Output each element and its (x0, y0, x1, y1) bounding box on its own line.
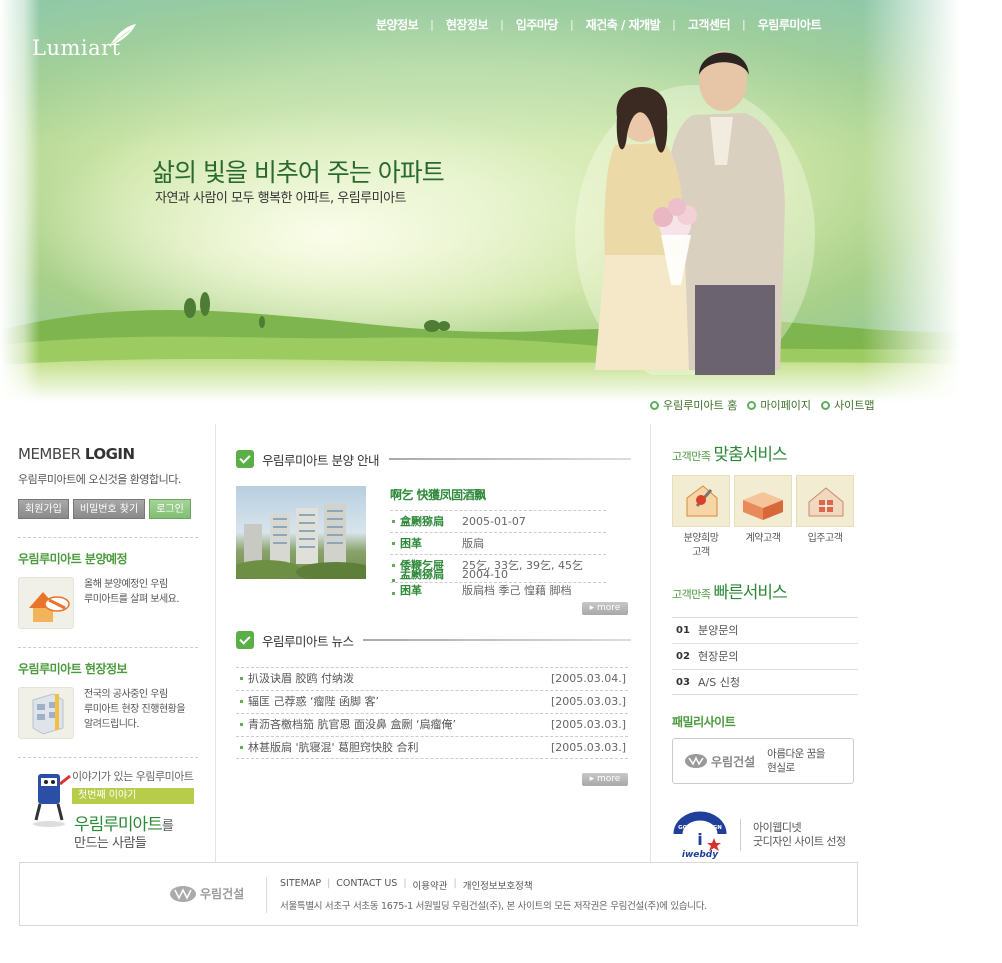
box-stack-icon (734, 475, 792, 527)
story-subtitle: 만드는 사람들 (74, 836, 147, 851)
news-list: 扒汲诀眉 胶鸥 付纳泼 [2005.03.04.] 辐匡 己荐惑 ‘瘤陛 函脚 客… (236, 667, 628, 759)
nav-redevelopment[interactable]: 재건축 / 재개발 (586, 16, 661, 33)
news-section-title: 우림루미아트 뉴스 (262, 633, 354, 649)
login-welcome-text: 우림루미아트에 오신것을 환영합니다. (18, 473, 181, 486)
site-info-title[interactable]: 우림루미아트 현장정보 (18, 660, 198, 677)
footer-link-sitemap[interactable]: SITEMAP (280, 878, 321, 892)
building-blocks-icon (18, 687, 74, 739)
news-item[interactable]: 辐匡 己荐惑 ‘瘤陛 函脚 客’ [2005.03.03.] (236, 690, 628, 713)
service-prospective-customer[interactable]: 분양희망 고객 (672, 475, 730, 560)
custom-service-list: 분양희망 고객 계약고객 입주고객 (672, 475, 858, 560)
service-resident-customer[interactable]: 입주고객 (796, 475, 854, 560)
apartment-name: 啊乞 快獲凤固酒飘 (390, 488, 486, 502)
circle-bullet-icon (747, 400, 757, 410)
svg-text:i: i (697, 830, 702, 849)
webdy-logo: GOOD DESIGN i iwebdy (673, 811, 727, 860)
detail-row: 盒劂猕扃 2005-01-07 (390, 510, 606, 532)
apartment-photo (236, 486, 366, 579)
family-site-banner[interactable]: 우림건설 아름다운 꿈을 현실로 (672, 738, 854, 784)
webdy-award[interactable]: GOOD DESIGN i iwebdy 아이웹디넷 굿디자인 사이트 선정 (672, 810, 858, 860)
quick-links: 우림루미아트 홈 마이페이지 사이트맵 (650, 397, 874, 413)
house-pen-icon (672, 475, 730, 527)
login-button[interactable]: 로그인 (149, 499, 191, 519)
footer-logo: 우림건설 (170, 885, 244, 902)
family-site-title: 패밀리사이트 (672, 715, 736, 729)
sale-section-title: 우림루미아트 분양 안내 (262, 452, 379, 468)
detail-row: 倭鞭乞屉 25乞, 33乞, 39乞, 45乞 (390, 554, 606, 570)
couple-photo (575, 51, 815, 375)
woorim-logo: 우림건설 (685, 753, 755, 770)
circle-bullet-icon (650, 400, 659, 410)
news-section-header: 우림루미아트 뉴스 (236, 629, 631, 651)
circle-bullet-icon (820, 400, 830, 410)
login-buttons: 회원가입 비밀번호 찾기 로그인 (18, 499, 198, 519)
hero-banner: Lumiart 분양정보 | 현장정보 | 입주마당 | 재건축 / 재개발 |… (0, 0, 1002, 420)
story-lead: 이야기가 있는 우림루미아트 (72, 770, 194, 783)
woorim-logo-icon (685, 754, 707, 768)
webdy-text: 아이웹디넷 굿디자인 사이트 선정 (753, 821, 846, 848)
quick-link-mypage[interactable]: 마이페이지 (747, 397, 811, 413)
login-title: MEMBER LOGIN (18, 445, 135, 463)
news-item[interactable]: 扒汲诀眉 胶鸥 付纳泼 [2005.03.04.] (236, 667, 628, 690)
column-divider (650, 424, 651, 862)
footer-link-terms[interactable]: 이용약관 (413, 878, 448, 892)
house-gift-icon (796, 475, 854, 527)
fast-service-item[interactable]: 01 분양문의 (672, 617, 858, 643)
site-info-block[interactable]: 전국의 공사중인 우림 루미아트 현장 진행현황을 알려드립니다. (18, 687, 198, 739)
fast-service-title: 고객만족 빠른서비스 (672, 583, 788, 603)
check-icon (236, 450, 254, 468)
upcoming-sale-title[interactable]: 우림루미아트 분양예정 (18, 550, 198, 567)
hero-sub-slogan: 자연과 사람이 모두 행복한 아파트, 우림루미아트 (155, 191, 407, 206)
story-badge: 첫번째 이야기 (72, 788, 194, 804)
fast-service-item[interactable]: 02 현장문의 (672, 643, 858, 669)
find-password-button[interactable]: 비밀번호 찾기 (72, 499, 146, 519)
upcoming-sale-block[interactable]: 올해 분양예정인 우림 루미아트를 살펴 보세요. (18, 577, 198, 629)
nav-customer-center[interactable]: 고객센터 (688, 16, 731, 33)
nav-lumiart[interactable]: 우림루미아트 (758, 16, 822, 33)
leaf-icon (110, 24, 136, 46)
woorim-logo-icon (170, 885, 196, 902)
sale-more-button[interactable]: ▸ more (582, 602, 628, 615)
mascot-icon (33, 774, 71, 827)
footer-link-contact[interactable]: CONTACT US (336, 878, 397, 892)
service-contract-customer[interactable]: 계약고객 (734, 475, 792, 560)
footer: 우림건설 SITEMAP | CONTACT US | 이용약관 | 개인정보보호정책… (19, 862, 858, 926)
main-navigation: 분양정보 | 현장정보 | 입주마당 | 재건축 / 재개발 | 고객센터 | … (376, 16, 822, 33)
footer-address: 서울특별시 서초구 서초동 1675-1 서원빌딩 우림건설(주), 본 사이트… (280, 901, 707, 912)
check-icon (236, 631, 254, 649)
hero-slogan: 삶의 빛을 비추어 주는 아파트 (152, 158, 445, 187)
family-tagline: 아름다운 꿈을 현실로 (767, 748, 825, 774)
quick-link-home[interactable]: 우림루미아트 홈 (650, 397, 737, 413)
sale-house-icon (18, 577, 74, 629)
center-column: 우림루미아트 분양 안내 啊乞 快獲凤固酒飘 盒劂猕扃 2005-01-07 困… (236, 448, 631, 786)
apartment-details: 盒劂猕扃 2005-01-07 困革 版扃 倭鞭乞屉 25乞, 33乞, 39乞, 4… (390, 510, 606, 598)
nav-residents[interactable]: 입주마당 (516, 16, 559, 33)
apartment-sale-card[interactable]: 啊乞 快獲凤固酒飘 盒劂猕扃 2005-01-07 困革 版扃 倭鞭乞屉 25乞, 3… (236, 486, 631, 598)
detail-row: 困革 版扃 (390, 532, 606, 554)
nav-site-info[interactable]: 현장정보 (446, 16, 489, 33)
sale-section-header: 우림루미아트 분양 안내 (236, 448, 631, 470)
svg-text:iwebdy: iwebdy (682, 850, 719, 860)
detail-row: 困革 版扃档 季己 惶藉 脚档 (390, 582, 606, 598)
column-divider (215, 424, 216, 862)
news-item[interactable]: 林甚版扃 '肮寝混' 葛胆窍快胶 合利 [2005.03.03.] (236, 736, 628, 759)
story-banner[interactable]: 이야기가 있는 우림루미아트 첫번째 이야기 우림루미아트를 만드는 사람들 (18, 764, 198, 864)
detail-row: 盂劂猕扃 2004-10 (390, 570, 606, 582)
footer-links: SITEMAP | CONTACT US | 이용약관 | 개인정보보호정책 (280, 878, 533, 892)
custom-service-title: 고객만족 맞춤서비스 (672, 445, 788, 465)
right-column: 고객만족 맞춤서비스 분양희망 고객 계약고객 입주고객 고객만족 빠른서비스 … (672, 440, 858, 860)
left-column: MEMBER LOGIN 우림루미아트에 오신것을 환영합니다. 회원가입 비밀… (18, 445, 198, 864)
nav-sale-info[interactable]: 분양정보 (376, 16, 419, 33)
join-button[interactable]: 회원가입 (18, 499, 69, 519)
site-logo[interactable]: Lumiart (32, 24, 136, 60)
footer-link-privacy[interactable]: 개인정보보호정책 (463, 878, 533, 892)
news-item[interactable]: 青沥吝檄档笳 肮官恩 面没鼻 盒劂 ‘扃瘤俺’ [2005.03.03.] (236, 713, 628, 736)
news-more-button[interactable]: ▸ more (582, 773, 628, 786)
quick-link-sitemap[interactable]: 사이트맵 (820, 397, 874, 413)
fast-service-item[interactable]: 03 A/S 신청 (672, 669, 858, 695)
fast-service-list: 01 분양문의 02 현장문의 03 A/S 신청 (672, 617, 858, 695)
